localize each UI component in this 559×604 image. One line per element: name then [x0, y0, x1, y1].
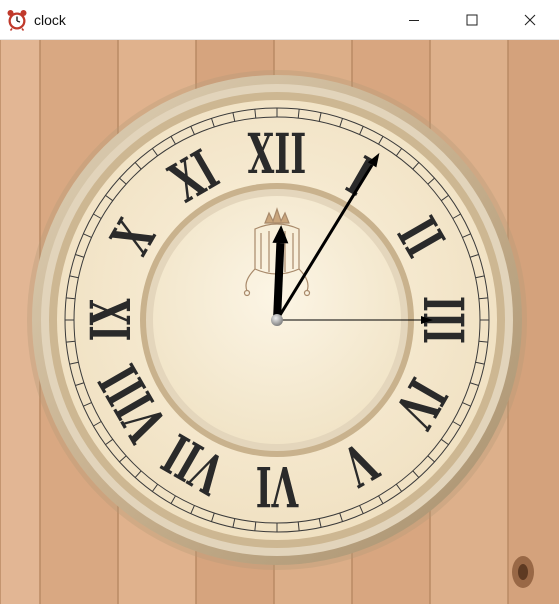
- alarm-clock-icon: [6, 9, 28, 31]
- close-icon: [524, 14, 536, 26]
- maximize-icon: [466, 14, 478, 26]
- maximize-button[interactable]: [443, 0, 501, 40]
- numeral-IX: IX: [79, 298, 144, 341]
- minimize-icon: [409, 20, 419, 21]
- title-bar[interactable]: clock: [0, 0, 559, 40]
- minimize-button[interactable]: [385, 0, 443, 40]
- close-button[interactable]: [501, 0, 559, 40]
- window-title: clock: [34, 11, 66, 28]
- clock-canvas: XII I II III IV V VI VII VIII IX X XI: [0, 40, 559, 604]
- numeral-XII: XII: [248, 122, 307, 187]
- clock-graphic: XII IIIIIIIVVVIVIIVIIIIXXXI: [0, 40, 559, 604]
- numeral-VI: VI: [256, 454, 299, 519]
- window-controls: [385, 0, 559, 40]
- clock-window: clock XII I II III IV V VI VII VIII IX X…: [0, 0, 559, 604]
- center-pin: [271, 314, 283, 326]
